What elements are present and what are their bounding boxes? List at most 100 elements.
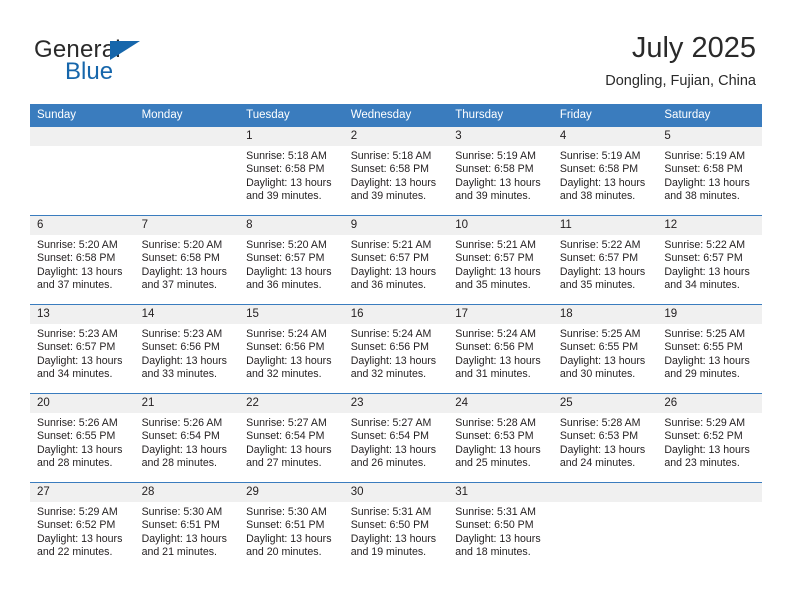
day-details: Sunrise: 5:21 AM Sunset: 6:57 PM Daylight:… [344, 235, 449, 293]
daylight-text: Daylight: 13 hours and 30 minutes. [559, 354, 646, 381]
sunrise-text: Sunrise: 5:26 AM [141, 417, 223, 429]
day-number: 28 [134, 483, 240, 502]
day-number: 4 [552, 127, 658, 146]
calendar-day-cell[interactable]: 8 Sunrise: 5:20 AM Sunset: 6:57 PM Daylight… [239, 215, 344, 305]
day-number [657, 483, 762, 502]
calendar-day-cell[interactable]: 18 Sunrise: 5:25 AM Sunset: 6:55 PM Dayligh… [552, 304, 658, 394]
day-details: Sunrise: 5:22 AM Sunset: 6:57 PM Daylight:… [553, 235, 658, 293]
calendar-day-cell[interactable]: 15 Sunrise: 5:24 AM Sunset: 6:56 PM Dayligh… [239, 304, 344, 394]
sunset-text: Sunset: 6:57 PM [350, 252, 430, 265]
calendar-day-cell[interactable]: 28 Sunrise: 5:30 AM Sunset: 6:51 PM Dayligh… [134, 482, 240, 571]
calendar-day-cell[interactable]: 7 Sunrise: 5:20 AM Sunset: 6:58 PM Daylight… [134, 215, 240, 305]
day-number: 21 [134, 394, 240, 413]
sunset-text: Sunset: 6:55 PM [37, 430, 116, 443]
calendar-day-cell[interactable]: 9 Sunrise: 5:21 AM Sunset: 6:57 PM Daylight… [343, 215, 449, 305]
calendar-day-cell[interactable]: 10 Sunrise: 5:21 AM Sunset: 6:57 PM Dayligh… [448, 215, 553, 305]
sunset-text: Sunset: 6:57 PM [37, 341, 116, 354]
calendar-day-cell[interactable]: 13 Sunrise: 5:23 AM Sunset: 6:57 PM Dayligh… [30, 304, 135, 394]
sunrise-text: Sunrise: 5:30 AM [246, 506, 327, 518]
calendar-day-cell[interactable]: 30 Sunrise: 5:31 AM Sunset: 6:50 PM Dayligh… [343, 482, 449, 571]
daylight-text: Daylight: 13 hours and 32 minutes. [350, 354, 437, 381]
day-number [30, 127, 135, 146]
sunrise-text: Sunrise: 5:31 AM [455, 506, 536, 518]
calendar-day-cell[interactable]: 19 Sunrise: 5:25 AM Sunset: 6:55 PM Dayligh… [657, 304, 762, 394]
day-number: 15 [239, 305, 344, 324]
brand-logo[interactable]: General Blue [34, 36, 294, 90]
sunset-text: Sunset: 6:52 PM [664, 430, 743, 443]
day-number: 30 [343, 483, 449, 502]
daylight-text: Daylight: 13 hours and 38 minutes. [559, 176, 646, 203]
day-details: Sunrise: 5:30 AM Sunset: 6:51 PM Daylight:… [135, 502, 240, 560]
day-details: Sunrise: 5:19 AM Sunset: 6:58 PM Daylight:… [448, 146, 553, 204]
daylight-text: Daylight: 13 hours and 29 minutes. [664, 354, 750, 381]
weekday-header-wednesday: Wednesday [343, 104, 449, 127]
calendar-day-cell[interactable]: 2 Sunrise: 5:18 AM Sunset: 6:58 PM Daylight… [343, 126, 449, 216]
calendar-day-cell[interactable]: 25 Sunrise: 5:28 AM Sunset: 6:53 PM Dayligh… [552, 393, 658, 483]
day-details: Sunrise: 5:25 AM Sunset: 6:55 PM Daylight:… [657, 324, 762, 382]
sunset-text: Sunset: 6:57 PM [559, 252, 639, 265]
sunset-text: Sunset: 6:55 PM [664, 341, 743, 354]
day-details: Sunrise: 5:28 AM Sunset: 6:53 PM Daylight:… [448, 413, 553, 471]
calendar-day-cell[interactable]: 4 Sunrise: 5:19 AM Sunset: 6:58 PM Daylight… [552, 126, 658, 216]
daylight-text: Daylight: 13 hours and 36 minutes. [246, 265, 332, 292]
sunrise-text: Sunrise: 5:24 AM [246, 328, 327, 340]
calendar-day-cell[interactable]: 11 Sunrise: 5:22 AM Sunset: 6:57 PM Dayligh… [552, 215, 658, 305]
day-number: 18 [552, 305, 658, 324]
day-details: Sunrise: 5:29 AM Sunset: 6:52 PM Daylight:… [657, 413, 762, 471]
daylight-text: Daylight: 13 hours and 26 minutes. [350, 443, 437, 470]
sunrise-text: Sunrise: 5:19 AM [559, 150, 641, 162]
calendar-day-cell[interactable]: 6 Sunrise: 5:20 AM Sunset: 6:58 PM Daylight… [30, 215, 135, 305]
calendar-day-cell[interactable]: 5 Sunrise: 5:19 AM Sunset: 6:58 PM Daylight… [657, 126, 762, 216]
weekday-header-tuesday: Tuesday [239, 104, 344, 127]
sunset-text: Sunset: 6:52 PM [37, 519, 116, 532]
day-number: 26 [657, 394, 762, 413]
calendar-empty-cell [552, 482, 658, 571]
sunrise-text: Sunrise: 5:19 AM [455, 150, 536, 162]
calendar-day-cell[interactable]: 23 Sunrise: 5:27 AM Sunset: 6:54 PM Dayligh… [343, 393, 449, 483]
day-number: 25 [552, 394, 658, 413]
sunset-text: Sunset: 6:56 PM [246, 341, 325, 354]
daylight-text: Daylight: 13 hours and 39 minutes. [350, 176, 437, 203]
calendar-day-cell[interactable]: 29 Sunrise: 5:30 AM Sunset: 6:51 PM Dayligh… [239, 482, 344, 571]
daylight-text: Daylight: 13 hours and 37 minutes. [141, 265, 227, 292]
calendar-day-cell[interactable]: 24 Sunrise: 5:28 AM Sunset: 6:53 PM Dayligh… [448, 393, 553, 483]
sunset-text: Sunset: 6:58 PM [37, 252, 116, 265]
calendar-day-cell[interactable]: 26 Sunrise: 5:29 AM Sunset: 6:52 PM Dayligh… [657, 393, 762, 483]
calendar-day-cell[interactable]: 16 Sunrise: 5:24 AM Sunset: 6:56 PM Dayligh… [343, 304, 449, 394]
calendar-day-cell[interactable]: 27 Sunrise: 5:29 AM Sunset: 6:52 PM Dayligh… [30, 482, 135, 571]
calendar-day-cell[interactable]: 31 Sunrise: 5:31 AM Sunset: 6:50 PM Dayligh… [448, 482, 553, 571]
day-details: Sunrise: 5:24 AM Sunset: 6:56 PM Daylight:… [448, 324, 553, 382]
calendar-day-cell[interactable]: 3 Sunrise: 5:19 AM Sunset: 6:58 PM Daylight… [448, 126, 553, 216]
day-details: Sunrise: 5:26 AM Sunset: 6:55 PM Daylight:… [30, 413, 135, 471]
sunrise-text: Sunrise: 5:27 AM [350, 417, 432, 429]
calendar-day-cell[interactable]: 12 Sunrise: 5:22 AM Sunset: 6:57 PM Dayligh… [657, 215, 762, 305]
sunset-text: Sunset: 6:56 PM [455, 341, 534, 354]
day-details: Sunrise: 5:20 AM Sunset: 6:58 PM Daylight:… [30, 235, 135, 293]
daylight-text: Daylight: 13 hours and 27 minutes. [246, 443, 332, 470]
sunrise-text: Sunrise: 5:25 AM [559, 328, 641, 340]
daylight-text: Daylight: 13 hours and 18 minutes. [455, 532, 541, 559]
calendar-empty-cell [30, 126, 135, 216]
daylight-text: Daylight: 13 hours and 22 minutes. [37, 532, 123, 559]
calendar-day-cell[interactable]: 17 Sunrise: 5:24 AM Sunset: 6:56 PM Dayligh… [448, 304, 553, 394]
sunrise-text: Sunrise: 5:23 AM [141, 328, 223, 340]
calendar-day-cell[interactable]: 21 Sunrise: 5:26 AM Sunset: 6:54 PM Dayligh… [134, 393, 240, 483]
calendar-week-row: 1 Sunrise: 5:18 AM Sunset: 6:58 PM Daylight… [30, 126, 762, 216]
calendar-week-row: 13 Sunrise: 5:23 AM Sunset: 6:57 PM Dayligh… [30, 304, 762, 394]
calendar-day-cell[interactable]: 14 Sunrise: 5:23 AM Sunset: 6:56 PM Dayligh… [134, 304, 240, 394]
calendar-day-cell[interactable]: 20 Sunrise: 5:26 AM Sunset: 6:55 PM Dayligh… [30, 393, 135, 483]
daylight-text: Daylight: 13 hours and 21 minutes. [141, 532, 227, 559]
day-details: Sunrise: 5:19 AM Sunset: 6:58 PM Daylight:… [657, 146, 762, 204]
daylight-text: Daylight: 13 hours and 36 minutes. [350, 265, 437, 292]
sunrise-text: Sunrise: 5:18 AM [350, 150, 432, 162]
page-header: General Blue July 2025 Dongling, Fujian,… [0, 0, 792, 104]
calendar-day-cell[interactable]: 22 Sunrise: 5:27 AM Sunset: 6:54 PM Dayligh… [239, 393, 344, 483]
daylight-text: Daylight: 13 hours and 28 minutes. [37, 443, 123, 470]
sunset-text: Sunset: 6:58 PM [559, 163, 639, 176]
day-details: Sunrise: 5:27 AM Sunset: 6:54 PM Daylight:… [239, 413, 344, 471]
calendar-day-cell[interactable]: 1 Sunrise: 5:18 AM Sunset: 6:58 PM Daylight… [239, 126, 344, 216]
sunrise-text: Sunrise: 5:22 AM [664, 239, 746, 251]
day-number: 10 [448, 216, 553, 235]
day-number: 3 [448, 127, 553, 146]
sunrise-text: Sunrise: 5:19 AM [664, 150, 746, 162]
